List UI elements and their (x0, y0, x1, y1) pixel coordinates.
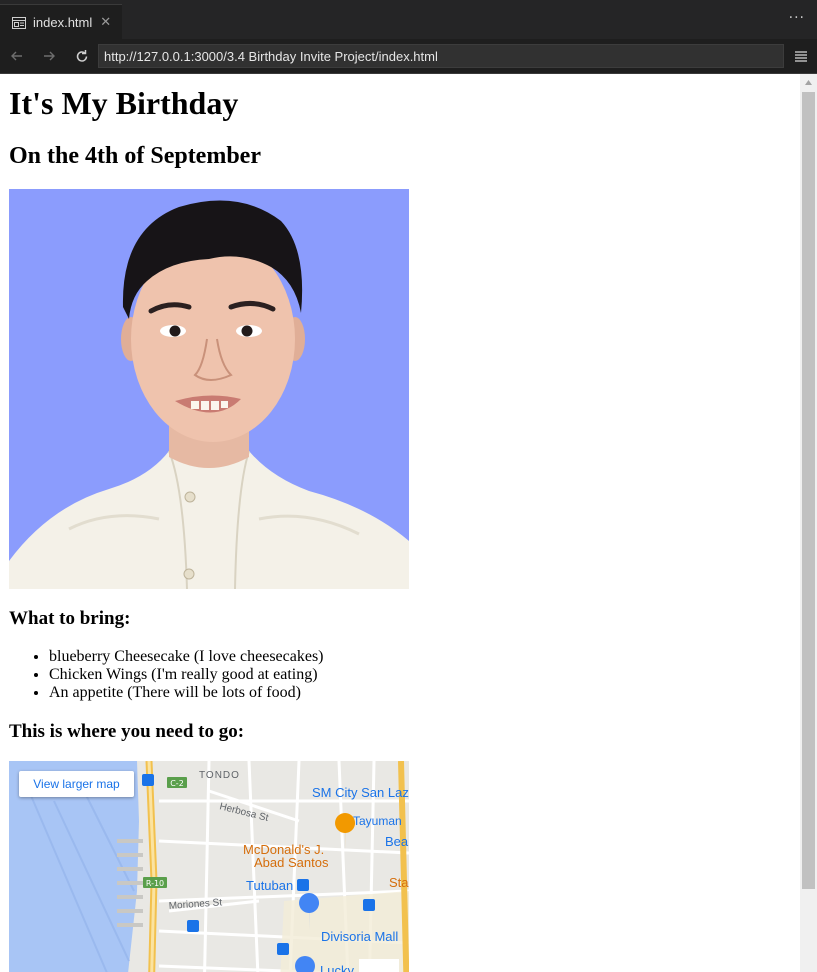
vertical-scrollbar[interactable] (800, 74, 817, 972)
scroll-up-arrow-icon[interactable] (800, 74, 817, 91)
preview-icon (12, 16, 26, 29)
page-title: It's My Birthday (9, 85, 239, 121)
map-label-c2: C-2 (170, 779, 184, 788)
page-content: It's My Birthday On the 4th of September (0, 85, 800, 972)
tab-bar: index.html ✕ ··· (0, 0, 817, 40)
page-viewport: It's My Birthday On the 4th of September (0, 74, 800, 972)
bring-list: blueberry Cheesecake (I love cheesecakes… (9, 648, 800, 702)
map-label-r10: R-10 (146, 879, 164, 888)
reload-icon[interactable] (71, 45, 93, 67)
location-heading: This is where you need to go: (9, 721, 245, 742)
scrollbar-thumb[interactable] (802, 92, 815, 889)
map-label-sta: Sta (389, 875, 409, 890)
map-label-tutuban: Tutuban (246, 878, 293, 893)
navigation-bar: http://127.0.0.1:3000/3.4 Birthday Invit… (0, 39, 817, 74)
back-arrow-icon[interactable] (6, 45, 28, 67)
embedded-map[interactable]: C-2 R-10 TONDO Herbosa St SM City San La… (9, 761, 409, 972)
tab-title: index.html (33, 15, 93, 30)
map-label-divisoria: Divisoria Mall (321, 929, 398, 944)
url-text: http://127.0.0.1:3000/3.4 Birthday Invit… (104, 48, 438, 64)
forward-arrow-icon[interactable] (38, 45, 60, 67)
tab-close-icon[interactable]: ✕ (100, 15, 111, 30)
url-input[interactable]: http://127.0.0.1:3000/3.4 Birthday Invit… (98, 44, 784, 68)
map-label-sm: SM City San Laz (312, 785, 409, 800)
list-item: blueberry Cheesecake (I love cheesecakes… (49, 648, 800, 666)
date-heading: On the 4th of September (9, 143, 261, 169)
list-item: Chicken Wings (I'm really good at eating… (49, 666, 800, 684)
map-label-bea: Bea (385, 834, 409, 849)
portrait-photo (9, 189, 409, 589)
map-label-lucky: Lucky (320, 963, 354, 972)
list-item: An appetite (There will be lots of food) (49, 684, 800, 702)
map-label-tondo: TONDO (199, 770, 240, 781)
map-label-mcd2: Abad Santos (254, 855, 329, 870)
bring-heading: What to bring: (9, 608, 131, 629)
view-larger-map-button[interactable]: View larger map (19, 771, 134, 797)
menu-icon[interactable] (793, 48, 809, 64)
more-actions-icon[interactable]: ··· (789, 10, 805, 26)
map-label-tayuman: Tayuman (353, 814, 402, 828)
tab-index-html[interactable]: index.html ✕ (0, 4, 122, 40)
